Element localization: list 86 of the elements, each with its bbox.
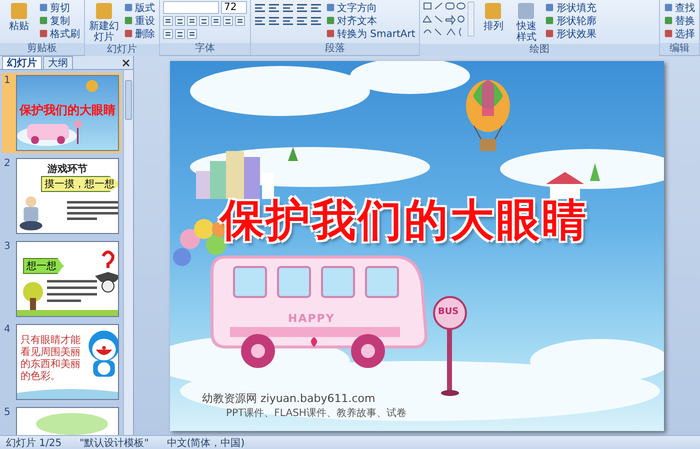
ribbon-large-button[interactable]: 粘贴	[3, 1, 35, 32]
panel-tab[interactable]: 大纲	[43, 56, 73, 69]
ribbon-button[interactable]: 转换为 SmartArt	[325, 27, 416, 40]
slide-thumbnail[interactable]: 想一想	[16, 241, 119, 317]
tool-icon	[94, 1, 114, 21]
thumbnail-text: 只有眼睛才能看见周围美丽的东西和美丽的色彩。	[20, 335, 82, 383]
status-text: 中文(简体，中国)	[166, 436, 245, 449]
close-icon[interactable]	[122, 58, 130, 66]
ribbon-large-button[interactable]: 排列	[478, 1, 508, 32]
ribbon-button[interactable]: 复制	[38, 14, 81, 27]
ribbon-button[interactable]: 查找	[663, 1, 696, 14]
bus-label: HAPPY	[288, 312, 335, 324]
slide-number: 3	[4, 241, 12, 254]
panel-tab[interactable]: 幻灯片	[2, 56, 42, 69]
ribbon-button[interactable]: 剪切	[38, 1, 81, 14]
text-lines-drawing	[66, 201, 118, 223]
ribbon-button[interactable]: 版式	[123, 1, 156, 14]
selected-thumbnail-frame[interactable]: 1 保护我们的大眼睛	[2, 73, 121, 153]
site-subcaption: PPT课件、FLASH课件、教养故事、试卷	[226, 406, 406, 420]
format-tool-icon[interactable]	[211, 16, 221, 26]
paragraph-tool-icon[interactable]	[310, 2, 322, 12]
slide-number: 2	[4, 158, 12, 171]
thumbnail-frame[interactable]: 3 想一想	[2, 239, 121, 319]
paragraph-tool-icon[interactable]	[296, 16, 308, 26]
scrollbar[interactable]	[123, 70, 133, 435]
ribbon-group-label: 字体	[160, 43, 250, 55]
font-size-field[interactable]: 72	[221, 1, 247, 14]
thumbnail-arrow-label: 想一想	[22, 258, 64, 274]
thumbnail-title: 保护我们的大眼睛	[18, 102, 116, 119]
thumbnail-frame[interactable]: 4 只有眼睛才能看见周围美丽的东西和美丽的色彩。	[2, 322, 121, 402]
ribbon-group-label: 幻灯片	[85, 44, 159, 56]
ribbon-button[interactable]: 形状轮廓	[544, 14, 598, 27]
tool-icon	[483, 1, 504, 21]
sign-label: BUS	[438, 306, 459, 316]
ribbon-group-label: 剪贴板	[0, 43, 84, 55]
ribbon-group-label: 段落	[251, 43, 420, 55]
format-tool-icon[interactable]	[187, 28, 197, 38]
font-name-field[interactable]	[163, 1, 219, 14]
ribbon-button[interactable]: 形状效果	[544, 27, 598, 40]
paragraph-tool-icon[interactable]	[296, 2, 308, 12]
tool-icon	[9, 1, 29, 21]
format-tool-icon[interactable]	[235, 16, 245, 26]
thumbnail-frame[interactable]: 2 游戏环节 摸一摸，想一想	[2, 156, 121, 236]
ribbon-button[interactable]: 删除	[123, 27, 156, 40]
format-tool-icon[interactable]	[163, 28, 173, 38]
status-text: "默认设计模板"	[80, 436, 149, 449]
ribbon-button[interactable]: 对齐文本	[325, 14, 416, 27]
format-tool-icon[interactable]	[175, 16, 185, 26]
format-tool-icon[interactable]	[199, 16, 209, 26]
house-drawing	[546, 162, 600, 198]
ribbon-button[interactable]: 重设	[123, 14, 156, 27]
tree-drawing	[20, 282, 45, 312]
ribbon-button[interactable]: 格式刷	[38, 27, 81, 40]
format-tool-icon[interactable]	[163, 16, 173, 26]
slide-thumbnail[interactable]: 只有眼睛才能看见周围美丽的东西和美丽的色彩。	[16, 324, 119, 400]
format-tool-icon[interactable]	[187, 16, 197, 26]
slide-number: 4	[4, 324, 12, 337]
paragraph-tool-icon[interactable]	[268, 16, 280, 26]
ribbon-button[interactable]: 选择	[663, 27, 696, 40]
format-tool-icon[interactable]	[175, 28, 185, 38]
ribbon-button[interactable]: 形状填充	[544, 1, 598, 14]
paragraph-tool-icon[interactable]	[310, 16, 322, 26]
paragraph-tool-icon[interactable]	[282, 16, 294, 26]
thumbnail-frame[interactable]: 5	[2, 405, 121, 435]
slide-thumbnail[interactable]: 游戏环节 摸一摸，想一想	[16, 158, 119, 234]
shapes-gallery-drawing[interactable]	[423, 1, 476, 37]
paragraph-tool-icon[interactable]	[254, 16, 266, 26]
thumbnail-title: 游戏环节	[46, 162, 88, 176]
slide-number: 5	[4, 407, 12, 420]
paragraph-tool-icon[interactable]	[268, 2, 280, 12]
ribbon-large-button[interactable]: 快速样式	[511, 1, 542, 43]
slide-title: 保护我们的大眼睛	[220, 194, 588, 248]
ribbon-group-label: 编辑	[660, 43, 699, 55]
slide-number: 1	[4, 75, 12, 88]
ribbon-button[interactable]: 文字方向	[325, 1, 416, 14]
paragraph-tool-icon[interactable]	[254, 2, 266, 12]
ribbon-group-label: 绘图	[420, 44, 659, 56]
paragraph-tool-icon[interactable]	[282, 2, 294, 12]
ribbon-button[interactable]: 替换	[663, 14, 696, 27]
hot-air-balloon-drawing	[466, 80, 510, 150]
child-figure-drawing	[18, 195, 43, 231]
ribbon-large-button[interactable]: 新建幻灯片	[88, 1, 120, 43]
format-tool-icon[interactable]	[223, 16, 233, 26]
status-text: 幻灯片 1/25	[6, 436, 62, 449]
site-caption: 幼教资源网 ziyuan.baby611.com	[202, 390, 376, 406]
thumbnail-arrow-label: 摸一摸，想一想	[40, 176, 118, 192]
